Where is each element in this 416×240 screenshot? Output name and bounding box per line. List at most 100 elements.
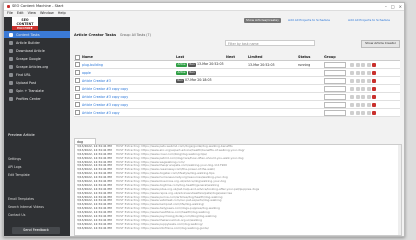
tasks-title: Article Creator Tasks [74, 33, 117, 37]
table-row[interactable]: Article Creator #3 copy copy [74, 100, 400, 109]
row-checkbox[interactable] [75, 78, 80, 83]
row-checkbox[interactable] [75, 102, 80, 107]
settings-link[interactable]: Settings [8, 157, 21, 161]
task-name[interactable]: Article Creator #3 copy copy [82, 103, 128, 107]
edit-icon[interactable] [350, 110, 354, 115]
task-name[interactable]: apple [82, 71, 91, 75]
copy-icon[interactable] [361, 86, 365, 91]
table-row[interactable]: Article Creator #3 copy [74, 108, 400, 117]
edit-icon[interactable] [350, 94, 354, 99]
group-select[interactable] [324, 93, 346, 100]
log-panel: 3/13/2022, 12:34:41 PM HUST Extracting: h… [74, 144, 402, 236]
task-name[interactable]: Article Creator #3 copy copy [82, 87, 128, 91]
table-row[interactable]: Article Creator #3 Run 07-Mar 20:18:03 [74, 76, 400, 85]
group-select[interactable] [324, 77, 346, 84]
copy-icon[interactable] [361, 94, 365, 99]
schedule-link-2[interactable]: Add All Projects to Schedule [346, 18, 392, 23]
table-row[interactable]: Article Creator #3 copy copy [74, 92, 400, 101]
play-icon[interactable] [355, 70, 360, 75]
tasks-icon [9, 32, 13, 37]
sidebar-item-article-builder[interactable]: Article Builder [4, 39, 70, 46]
settings-icon[interactable] [366, 86, 371, 91]
preview-article-heading[interactable]: Preview Article [8, 133, 35, 137]
close-icon[interactable]: × [399, 4, 402, 9]
sidebar-item-find-url[interactable]: Find URL [4, 71, 70, 78]
status-badge: Run [188, 63, 197, 67]
copy-icon[interactable] [361, 70, 365, 75]
play-icon[interactable] [355, 110, 360, 115]
edit-icon[interactable] [350, 78, 354, 83]
delete-icon[interactable] [372, 94, 376, 99]
limited-value [247, 76, 297, 85]
send-feedback-button[interactable]: Send Feedback [12, 227, 60, 234]
delete-icon[interactable] [372, 78, 376, 83]
status-badge: Run [176, 79, 184, 83]
log-scrollbar[interactable] [398, 145, 401, 235]
group-select[interactable] [324, 101, 346, 108]
table-row[interactable]: Article Creator #3 copy copy [74, 84, 400, 93]
schedule-link-1[interactable]: Add All Projects to Schedule [286, 18, 332, 23]
edit-icon[interactable] [350, 102, 354, 107]
settings-icon[interactable] [366, 110, 371, 115]
group-select[interactable] [324, 61, 346, 68]
delete-icon[interactable] [372, 70, 376, 75]
play-icon[interactable] [355, 86, 360, 91]
edit-icon[interactable] [350, 62, 354, 67]
minimize-icon[interactable]: – [385, 4, 387, 9]
table-row[interactable]: apple Active Run [74, 68, 400, 77]
copy-icon[interactable] [361, 102, 365, 107]
sidebar-item-scrape-google[interactable]: Scrape Google [4, 55, 70, 62]
settings-icon[interactable] [366, 102, 371, 107]
search-videos-link[interactable]: Search Internal Videos [8, 205, 44, 209]
sidebar-item-upload-post[interactable]: Upload Post [4, 79, 70, 86]
select-all-checkbox[interactable] [75, 54, 80, 60]
edit-icon[interactable] [350, 86, 354, 91]
show-article-creator-button[interactable]: Show Article Creator [361, 40, 400, 48]
copy-icon[interactable] [361, 62, 365, 67]
task-name[interactable]: plug-building [82, 63, 103, 67]
settings-icon[interactable] [366, 70, 371, 75]
contact-us-link[interactable]: Contact Us [8, 213, 25, 217]
status-text [297, 76, 323, 85]
row-checkbox[interactable] [75, 70, 80, 75]
row-checkbox[interactable] [75, 86, 80, 91]
api-logs-link[interactable]: API Logs [8, 165, 21, 169]
settings-icon[interactable] [366, 78, 371, 83]
edit-icon[interactable] [350, 70, 354, 75]
copy-icon[interactable] [361, 78, 365, 83]
settings-icon[interactable] [366, 62, 371, 67]
task-filter-input[interactable]: Filter by task name [225, 40, 315, 46]
play-icon[interactable] [355, 78, 360, 83]
settings-icon[interactable] [366, 94, 371, 99]
email-templates-link[interactable]: Email Templates [8, 197, 34, 201]
delete-icon[interactable] [372, 62, 376, 67]
delete-icon[interactable] [372, 102, 376, 107]
sidebar-item-content-tasks[interactable]: Content Tasks [4, 31, 70, 38]
sidebar-item-spin-translate[interactable]: Spin + Translate [4, 87, 70, 94]
copy-icon[interactable] [361, 110, 365, 115]
task-name[interactable]: Article Creator #3 copy [82, 111, 119, 115]
delete-icon[interactable] [372, 86, 376, 91]
group-filter[interactable]: Group: All Tasks (7) [120, 33, 151, 37]
group-select[interactable] [324, 69, 346, 76]
sidebar-item-scrape-articles[interactable]: Scrape Articles.org [4, 63, 70, 70]
edit-template-link[interactable]: Edit Template [8, 173, 30, 177]
task-name[interactable]: Article Creator #3 copy copy [82, 95, 128, 99]
last-run: 07-Mar 20:18:03 [184, 78, 212, 83]
table-row[interactable]: plug-building Active Run 13-Mar 20:52:03 13-… [74, 60, 400, 69]
task-name[interactable]: Article Creator #3 [82, 79, 111, 83]
maximize-icon[interactable]: □ [391, 4, 395, 9]
show-articles-button[interactable]: Show Articles(Create) [244, 18, 281, 23]
row-checkbox[interactable] [75, 110, 80, 115]
delete-icon[interactable] [372, 110, 376, 115]
next-run [225, 60, 247, 69]
row-checkbox[interactable] [75, 94, 80, 99]
row-checkbox[interactable] [75, 62, 80, 67]
sidebar-item-download-article[interactable]: Download Article [4, 47, 70, 54]
group-select[interactable] [324, 109, 346, 116]
play-icon[interactable] [355, 94, 360, 99]
sidebar-item-profiles[interactable]: Profiles Center [4, 95, 70, 102]
play-icon[interactable] [355, 102, 360, 107]
play-icon[interactable] [355, 62, 360, 67]
group-select[interactable] [324, 85, 346, 92]
